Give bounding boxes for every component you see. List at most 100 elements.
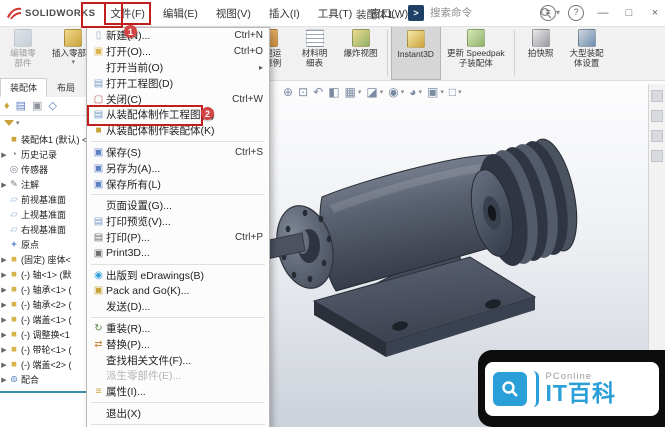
search-command-icon[interactable]: >: [408, 4, 424, 21]
expand-arrow-icon[interactable]: ▶: [0, 331, 8, 339]
hide-show-items-icon[interactable]: ◉: [388, 85, 398, 99]
file-menu-dropdown: ▯新建(N)...Ctrl+N▣打开(O)...Ctrl+O打开当前(O)▸▤打…: [86, 27, 270, 427]
menu-item-页面设置(G)...[interactable]: 页面设置(G)...: [87, 198, 269, 214]
task-pane-icon[interactable]: [651, 130, 663, 142]
previous-view-icon[interactable]: ↶: [313, 85, 323, 99]
ribbon-button-update-speedpak[interactable]: 更新 Speedpak 子装配体: [441, 26, 511, 80]
menu-item-Pack and Go(K)...[interactable]: ▣ Pack and Go(K)...: [87, 283, 269, 299]
tree-item[interactable]: ▶ ✎ 注解: [0, 177, 86, 192]
menu-item-关闭(C)[interactable]: ▢ 关闭(C) Ctrl+W: [87, 91, 269, 107]
tree-item[interactable]: ▶ ■ (-) 轴<1> (默: [0, 267, 86, 282]
tree-item[interactable]: ◎ 传感器: [0, 162, 86, 177]
menu-item-打开(O)...[interactable]: ▣ 打开(O)... Ctrl+O: [87, 44, 269, 60]
expand-arrow-icon[interactable]: ▶: [0, 346, 8, 354]
tree-item[interactable]: ▶ ■ (固定) 座体<: [0, 252, 86, 267]
filter-funnel-icon[interactable]: [4, 120, 14, 126]
menu-item-打印预览(V)...[interactable]: ▤ 打印预览(V)...: [87, 214, 269, 230]
menu-工具(T)[interactable]: 工具(T): [313, 3, 357, 24]
search-input[interactable]: [428, 5, 536, 20]
tree-item[interactable]: ■ 装配体1 (默认) <: [0, 132, 86, 147]
dimxpert-tab-icon[interactable]: ◇: [48, 100, 56, 112]
tree-filter[interactable]: ▾: [0, 116, 86, 130]
menu-item-发送(D)...[interactable]: 发送(D)...: [87, 299, 269, 315]
zoom-fit-icon[interactable]: ⊕: [283, 85, 293, 99]
menu-插入(I)[interactable]: 插入(I): [264, 3, 305, 24]
3d-model-motor-assembly[interactable]: [250, 105, 580, 365]
menu-item-另存为(A)...[interactable]: ▣ 另存为(A)...: [87, 160, 269, 176]
expand-arrow-icon[interactable]: ▶: [0, 151, 8, 159]
tree-item[interactable]: ▱ 前视基准面: [0, 192, 86, 207]
expand-arrow-icon[interactable]: ▶: [0, 376, 8, 384]
tab-装配体[interactable]: 装配体: [0, 78, 48, 97]
tab-布局[interactable]: 布局: [47, 78, 85, 97]
menu-item-打开工程图(D)[interactable]: ▤ 打开工程图(D): [87, 75, 269, 91]
expand-arrow-icon[interactable]: ▶: [0, 361, 8, 369]
menu-item-保存所有(L)[interactable]: ▣ 保存所有(L): [87, 176, 269, 192]
featuremanager-tab-icon[interactable]: ♦: [4, 100, 10, 112]
tree-item[interactable]: ▶ ◔ 历史记录: [0, 147, 86, 162]
tree-item-label: 原点: [21, 240, 40, 250]
menu-item-出版到 eDrawings(B)[interactable]: ◉ 出版到 eDrawings(B): [87, 267, 269, 283]
menu-item-label: 打印(P)...: [106, 231, 150, 244]
menu-item-Print3D...[interactable]: ▣ Print3D...: [87, 245, 269, 261]
tree-item[interactable]: ▶ ■ (-) 调整换<1: [0, 327, 86, 342]
tree-item[interactable]: ▱ 右视基准面: [0, 222, 86, 237]
expand-arrow-icon[interactable]: ▶: [0, 286, 8, 294]
task-pane-icon[interactable]: [651, 150, 663, 162]
menu-item-替换(P)...[interactable]: ⇄ 替换(P)...: [87, 336, 269, 352]
update-speedpak-icon: [466, 29, 485, 47]
ribbon-button-edit-component[interactable]: 编辑零 部件: [0, 26, 46, 80]
ribbon-button-take-snapshot[interactable]: 拍快照: [518, 26, 564, 80]
zoom-area-icon[interactable]: ⊡: [298, 85, 308, 99]
ribbon-button-large-assembly-settings[interactable]: 大型装配 体设置: [564, 26, 610, 80]
user-options-icon[interactable]: ≡: [540, 5, 556, 21]
menu-item-退出(X)[interactable]: 退出(X): [87, 406, 269, 422]
minimize-icon[interactable]: —: [596, 7, 610, 19]
menu-编辑(E)[interactable]: 编辑(E): [158, 3, 203, 24]
ribbon-button-exploded-view[interactable]: 爆炸视图: [338, 26, 384, 80]
tree-item[interactable]: ▶ ■ (-) 端盖<1> (: [0, 312, 86, 327]
expand-arrow-icon[interactable]: ▶: [0, 256, 8, 264]
task-pane-icon[interactable]: [651, 90, 663, 102]
menu-item-打开当前(O)[interactable]: 打开当前(O) ▸: [87, 60, 269, 76]
view-settings-icon[interactable]: □: [449, 85, 456, 99]
close-icon[interactable]: ×: [648, 7, 662, 19]
propertymanager-tab-icon[interactable]: ▤: [16, 100, 26, 112]
menu-item-打印(P)...[interactable]: ▤ 打印(P)... Ctrl+P: [87, 230, 269, 246]
tree-item[interactable]: ▱ 上视基准面: [0, 207, 86, 222]
tree-item[interactable]: + 原点: [0, 237, 86, 252]
menu-item-查找相关文件(F)...[interactable]: 查找相关文件(F)...: [87, 352, 269, 368]
tree-item[interactable]: ▶ ■ (-) 端盖<2> (: [0, 357, 86, 372]
tree-item[interactable]: ▶ ■ (-) 轴承<2> (: [0, 297, 86, 312]
menu-视图(V)[interactable]: 视图(V): [211, 3, 256, 24]
section-view-icon[interactable]: ◧: [328, 85, 339, 99]
ribbon-separator: [513, 30, 515, 76]
filter-caret-icon[interactable]: ▾: [16, 119, 20, 127]
help-icon[interactable]: ?: [568, 5, 584, 21]
view-orientation-icon[interactable]: ▦: [345, 85, 356, 99]
configurationmanager-tab-icon[interactable]: ▣: [32, 100, 42, 112]
menu-item-重装(R)...[interactable]: ↻ 重装(R)...: [87, 321, 269, 337]
tree-item[interactable]: ▶ ■ (-) 带轮<1> (: [0, 342, 86, 357]
task-pane-strip[interactable]: [648, 84, 665, 364]
maximize-icon[interactable]: □: [622, 7, 636, 19]
expand-arrow-icon[interactable]: ▶: [0, 316, 8, 324]
ribbon-button-bill-of-materials[interactable]: 材料明 细表: [292, 26, 338, 80]
menu-item-从装配体制作工程图(E)[interactable]: ▤ 从装配体制作工程图(E): [87, 107, 269, 123]
menu-文件(F)[interactable]: 文件(F): [104, 1, 151, 25]
menu-item-新建(N)...[interactable]: ▯新建(N)...Ctrl+N: [87, 28, 269, 44]
tree-item[interactable]: ▶ ■ (-) 轴承<1> (: [0, 282, 86, 297]
expand-arrow-icon[interactable]: ▶: [0, 181, 8, 189]
menu-item-属性(I)...[interactable]: ≡ 属性(I)...: [87, 384, 269, 400]
apply-scene-icon[interactable]: ▣: [427, 85, 438, 99]
menu-item-保存(S)[interactable]: ▣ 保存(S) Ctrl+S: [87, 145, 269, 161]
menu-item-从装配体制作装配体(K)[interactable]: ■ 从装配体制作装配体(K): [87, 123, 269, 139]
ribbon-button-instant3d[interactable]: Instant3D: [390, 26, 441, 80]
task-pane-icon[interactable]: [651, 110, 663, 122]
tree-item[interactable]: ▶ ⊚ 配合: [0, 372, 86, 387]
print-icon: ▤: [93, 231, 104, 243]
display-style-icon[interactable]: ◪: [366, 85, 377, 99]
expand-arrow-icon[interactable]: ▶: [0, 301, 8, 309]
edit-appearance-icon[interactable]: ◕: [409, 85, 416, 99]
expand-arrow-icon[interactable]: ▶: [0, 271, 8, 279]
